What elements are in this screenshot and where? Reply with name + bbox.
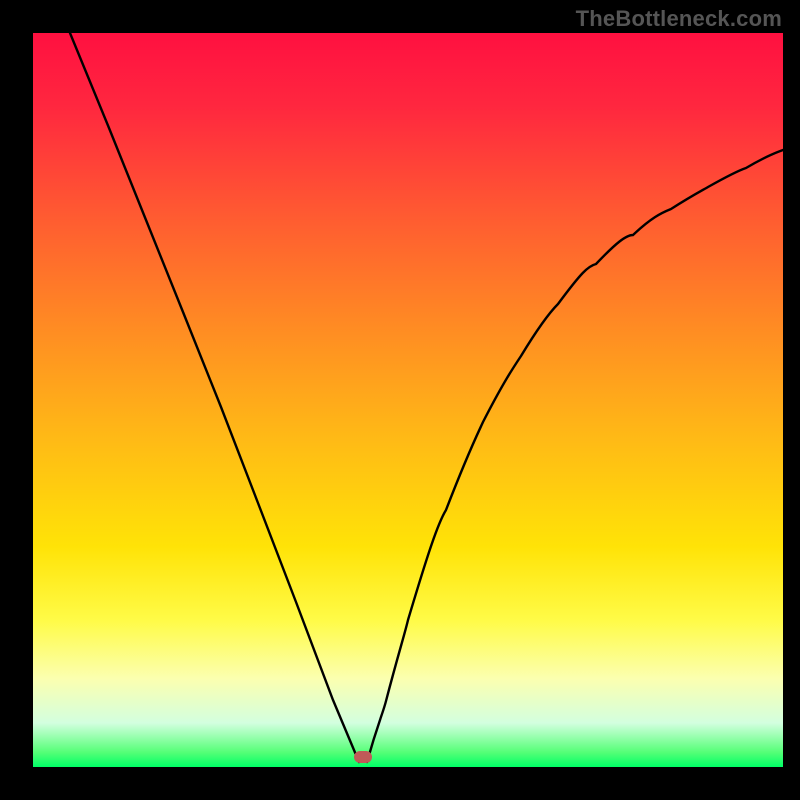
optimal-marker [354,751,372,763]
chart-frame: TheBottleneck.com [0,0,800,800]
plot-area [33,33,783,767]
bottleneck-curve [33,33,783,767]
watermark-text: TheBottleneck.com [576,6,782,32]
curve-right-branch [367,150,783,762]
curve-left-branch [70,33,359,762]
